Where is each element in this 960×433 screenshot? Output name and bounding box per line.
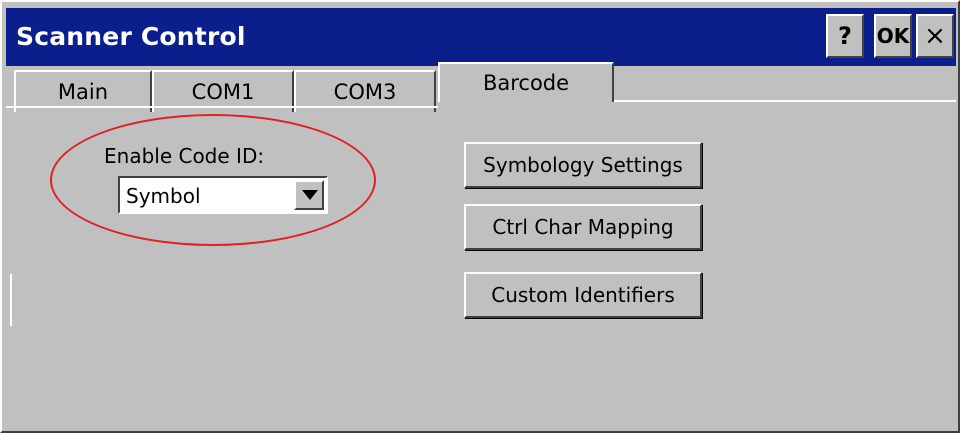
enable-code-id-dropdown[interactable]: Symbol (118, 176, 328, 214)
scanner-control-window: Scanner Control ? OK × Main COM1 COM3 Ba… (0, 0, 960, 433)
close-button[interactable]: × (916, 14, 954, 58)
tab-divider (6, 106, 438, 108)
enable-code-id-label: Enable Code ID: (104, 144, 265, 168)
dropdown-arrow-icon[interactable] (294, 180, 324, 210)
custom-identifiers-button[interactable]: Custom Identifiers (464, 272, 702, 318)
symbology-settings-button[interactable]: Symbology Settings (464, 142, 702, 188)
ok-button[interactable]: OK (874, 14, 912, 58)
tab-barcode[interactable]: Barcode (438, 62, 614, 102)
tab-divider (612, 100, 956, 102)
enable-code-id-value: Symbol (126, 184, 201, 208)
tab-strip: Main COM1 COM3 Barcode (6, 62, 956, 112)
panel-edge (10, 274, 12, 326)
title-bar: Scanner Control ? OK × (6, 8, 956, 66)
ctrl-char-mapping-button[interactable]: Ctrl Char Mapping (464, 204, 702, 250)
window-title: Scanner Control (16, 22, 246, 51)
help-button[interactable]: ? (826, 14, 864, 58)
